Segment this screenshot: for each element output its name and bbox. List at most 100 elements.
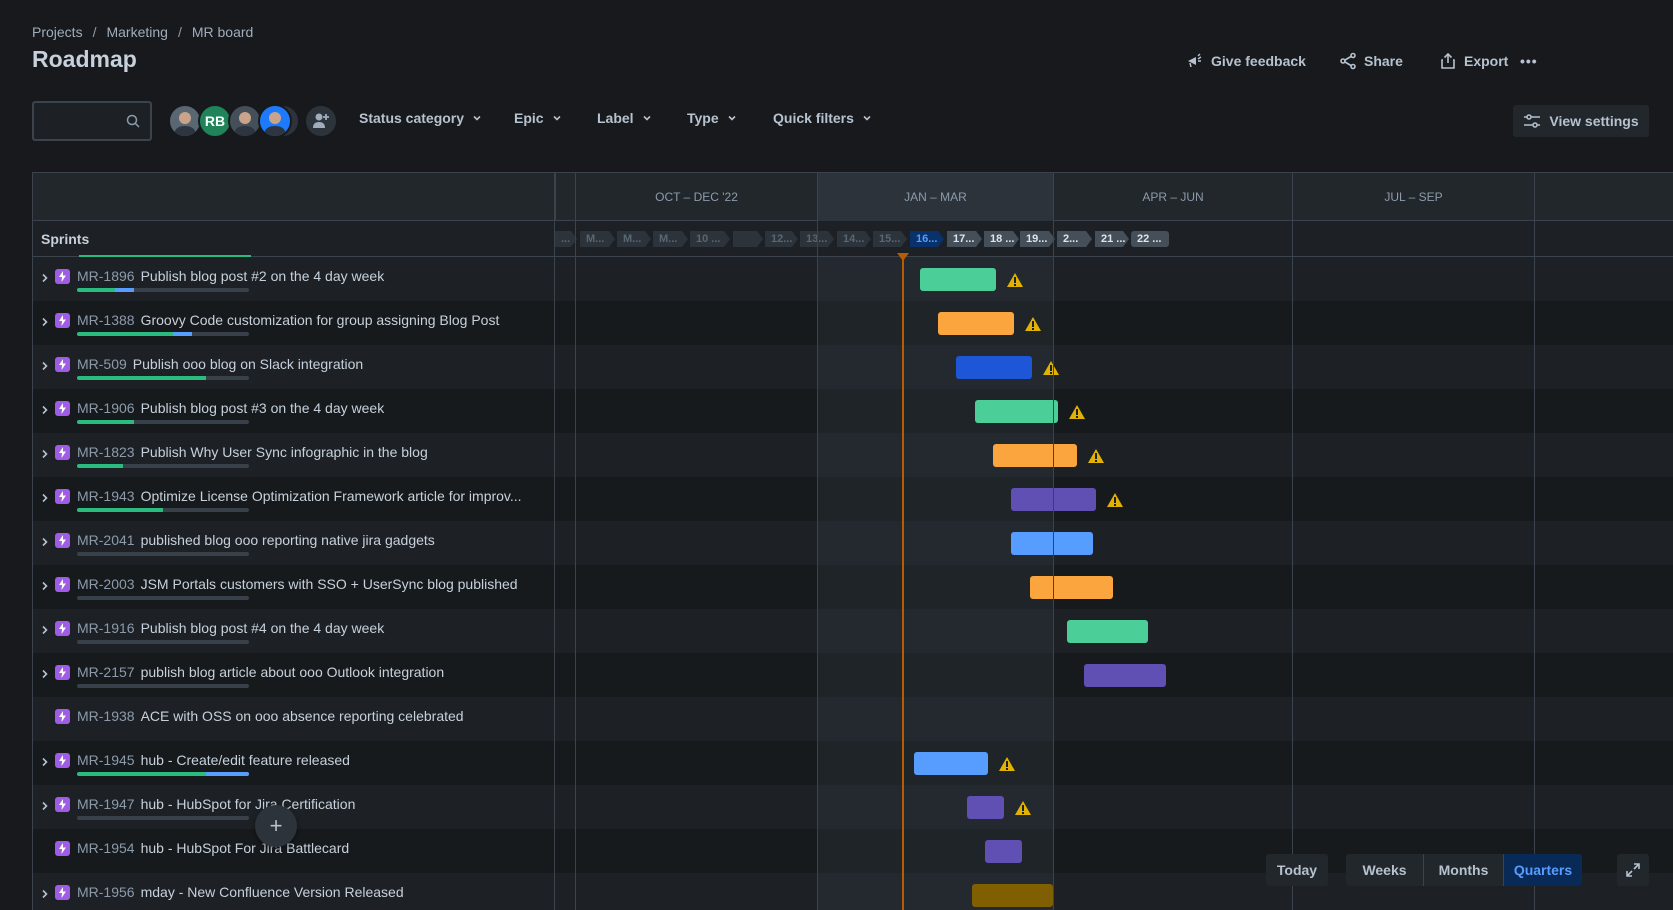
epic-key[interactable]: MR-2041 — [77, 532, 135, 548]
filter-type[interactable]: Type — [687, 110, 737, 126]
scale-months[interactable]: Months — [1424, 854, 1504, 886]
sprint-pill[interactable]: 16... — [910, 231, 944, 247]
epic-key[interactable]: MR-1916 — [77, 620, 135, 636]
sprint-pill[interactable]: 15... — [873, 231, 907, 247]
breadcrumb-item[interactable]: MR board — [192, 24, 253, 40]
epic-key[interactable]: MR-1896 — [77, 268, 135, 284]
expand-chevron-icon[interactable] — [39, 359, 51, 371]
scale-weeks[interactable]: Weeks — [1346, 854, 1424, 886]
expand-chevron-icon[interactable] — [39, 623, 51, 635]
expand-chevron-icon[interactable] — [39, 271, 51, 283]
expand-chevron-icon[interactable] — [39, 755, 51, 767]
expand-chevron-icon[interactable] — [39, 315, 51, 327]
epic-key[interactable]: MR-2003 — [77, 576, 135, 592]
expand-chevron-icon[interactable] — [39, 667, 51, 679]
more-actions-button[interactable]: ••• — [1520, 48, 1538, 74]
epic-key[interactable]: MR-1938 — [77, 708, 135, 724]
create-epic-button[interactable]: + — [255, 805, 297, 847]
breadcrumb-item[interactable]: Marketing — [106, 24, 167, 40]
epic-summary[interactable]: Publish ooo blog on Slack integration — [133, 356, 363, 372]
sprint-pill[interactable]: 14... — [837, 231, 871, 247]
timeline-bar[interactable] — [938, 312, 1014, 335]
timeline-bar[interactable] — [972, 884, 1053, 907]
warning-icon[interactable] — [1042, 360, 1060, 376]
epic-row[interactable]: MR-2157 publish blog article about ooo Ou… — [33, 653, 1673, 697]
epic-row[interactable]: MR-1823 Publish Why User Sync infographic… — [33, 433, 1673, 477]
epic-key[interactable]: MR-1945 — [77, 752, 135, 768]
timeline-bar[interactable] — [967, 796, 1004, 819]
expand-chevron-icon[interactable] — [39, 535, 51, 547]
epic-summary[interactable]: mday - New Confluence Version Released — [141, 884, 404, 900]
sprint-pill[interactable]: ... — [555, 231, 577, 247]
epic-key[interactable]: MR-1956 — [77, 884, 135, 900]
timeline-bar[interactable] — [1067, 620, 1148, 643]
epic-key[interactable]: MR-1906 — [77, 400, 135, 416]
epic-row[interactable]: MR-2041 published blog ooo reporting nati… — [33, 521, 1673, 565]
sprint-pill[interactable]: 17... — [947, 231, 982, 247]
epic-summary[interactable]: hub - HubSpot for Jira Certification — [141, 796, 356, 812]
sprint-pill[interactable]: 22 ... — [1131, 231, 1169, 247]
sprint-pill[interactable]: 10 ... — [690, 231, 730, 247]
epic-row[interactable]: MR-2003 JSM Portals customers with SSO + … — [33, 565, 1673, 609]
sprint-pill[interactable]: 18 ... — [984, 231, 1019, 247]
avatar[interactable]: RB — [198, 104, 232, 138]
epic-row[interactable]: MR-1906 Publish blog post #3 on the 4 day… — [33, 389, 1673, 433]
sprint-pill[interactable]: M... — [580, 231, 615, 247]
filter-status-category[interactable]: Status category — [359, 110, 482, 126]
filter-quick-filters[interactable]: Quick filters — [773, 110, 872, 126]
warning-icon[interactable] — [998, 756, 1016, 772]
epic-row[interactable]: MR-509 Publish ooo blog on Slack integrat… — [33, 345, 1673, 389]
add-people-button[interactable] — [304, 104, 338, 138]
avatar[interactable] — [258, 104, 292, 138]
timeline-bar[interactable] — [975, 400, 1058, 423]
epic-key[interactable]: MR-1954 — [77, 840, 135, 856]
epic-summary[interactable]: Optimize License Optimization Framework … — [141, 488, 522, 504]
epic-row[interactable]: MR-1938 ACE with OSS on ooo absence repor… — [33, 697, 1673, 741]
epic-summary[interactable]: hub - HubSpot For Jira Battlecard — [141, 840, 350, 856]
filter-epic[interactable]: Epic — [514, 110, 562, 126]
warning-icon[interactable] — [1106, 492, 1124, 508]
epic-summary[interactable]: Publish blog post #4 on the 4 day week — [141, 620, 385, 636]
sprint-pill[interactable]: 21 ... — [1095, 231, 1129, 247]
expand-chevron-icon[interactable] — [39, 799, 51, 811]
epic-row[interactable]: MR-1945 hub - Create/edit feature release… — [33, 741, 1673, 785]
timeline-bar[interactable] — [920, 268, 996, 291]
expand-chevron-icon[interactable] — [39, 579, 51, 591]
expand-chevron-icon[interactable] — [39, 403, 51, 415]
epic-key[interactable]: MR-509 — [77, 356, 127, 372]
epic-summary[interactable]: Publish Why User Sync infographic in the… — [141, 444, 428, 460]
warning-icon[interactable] — [1087, 448, 1105, 464]
epic-summary[interactable]: published blog ooo reporting native jira… — [141, 532, 435, 548]
epic-key[interactable]: MR-1823 — [77, 444, 135, 460]
give-feedback-button[interactable]: Give feedback — [1186, 48, 1306, 74]
expand-chevron-icon[interactable] — [39, 491, 51, 503]
warning-icon[interactable] — [1024, 316, 1042, 332]
epic-summary[interactable]: publish blog article about ooo Outlook i… — [141, 664, 445, 680]
timeline-bar[interactable] — [985, 840, 1022, 863]
epic-summary[interactable]: ACE with OSS on ooo absence reporting ce… — [141, 708, 464, 724]
export-button[interactable]: Export — [1439, 48, 1508, 74]
sprint-pill[interactable] — [733, 231, 763, 247]
search-input[interactable] — [34, 103, 124, 139]
sprint-pill[interactable]: 12... — [765, 231, 798, 247]
sprint-pill[interactable]: 2... — [1057, 231, 1092, 247]
scale-quarters[interactable]: Quarters — [1504, 854, 1582, 886]
epic-summary[interactable]: Publish blog post #3 on the 4 day week — [141, 400, 385, 416]
today-button[interactable]: Today — [1266, 854, 1328, 886]
epic-row[interactable]: MR-1896 Publish blog post #2 on the 4 day… — [33, 257, 1673, 301]
timeline-bar[interactable] — [956, 356, 1032, 379]
epic-row[interactable]: MR-1916 Publish blog post #4 on the 4 day… — [33, 609, 1673, 653]
filter-label[interactable]: Label — [597, 110, 652, 126]
epic-row[interactable]: MR-1943 Optimize License Optimization Fra… — [33, 477, 1673, 521]
epic-summary[interactable]: Publish blog post #2 on the 4 day week — [141, 268, 385, 284]
sprint-pill[interactable]: M... — [653, 231, 688, 247]
epic-key[interactable]: MR-1943 — [77, 488, 135, 504]
expand-chevron-icon[interactable] — [39, 447, 51, 459]
fullscreen-button[interactable] — [1617, 854, 1649, 886]
expand-chevron-icon[interactable] — [39, 887, 51, 899]
avatar[interactable] — [168, 104, 202, 138]
timeline-bar[interactable] — [1030, 576, 1113, 599]
avatar[interactable] — [228, 104, 262, 138]
epic-row[interactable]: MR-1388 Groovy Code customization for gro… — [33, 301, 1673, 345]
timeline-bar[interactable] — [1011, 532, 1093, 555]
